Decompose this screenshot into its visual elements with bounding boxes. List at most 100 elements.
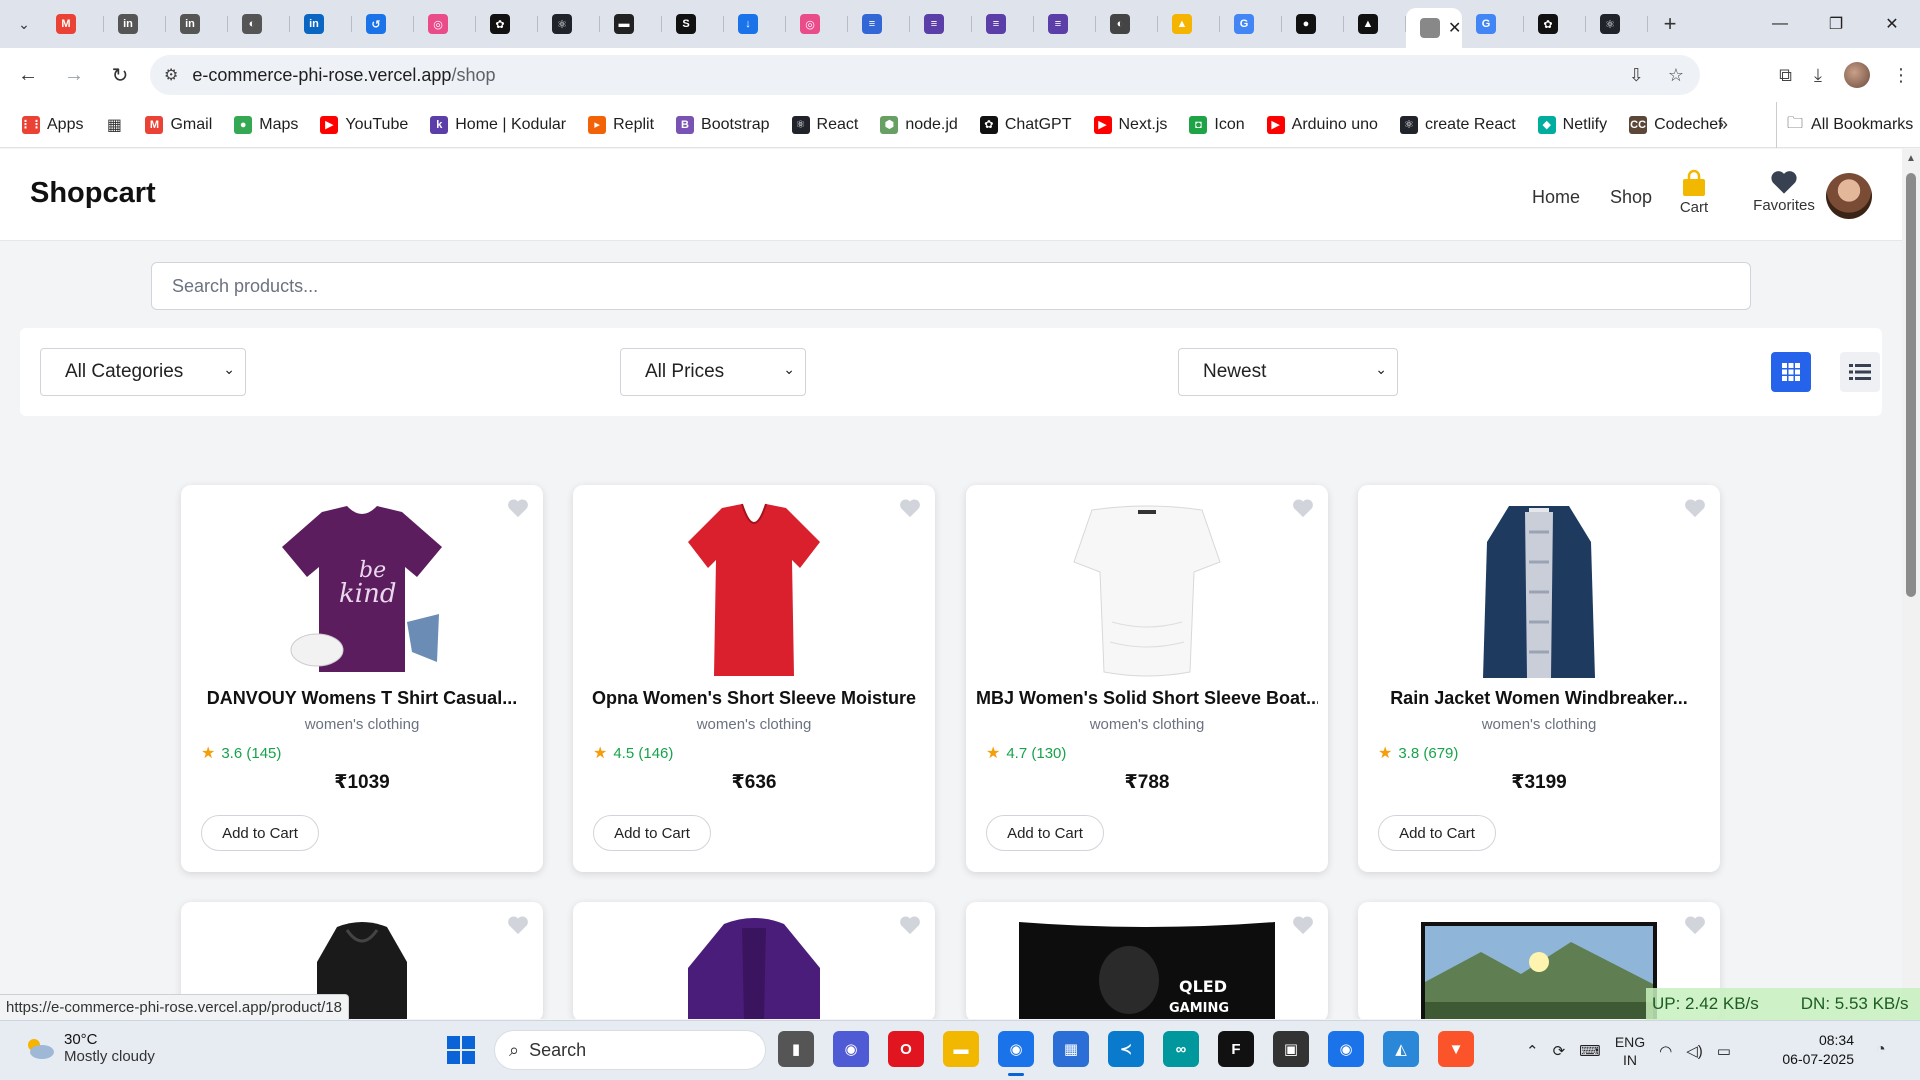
product-card[interactable]: Opna Women's Short Sleeve Moisture women… — [573, 485, 935, 872]
browser-tab[interactable]: ◐ — [228, 6, 290, 42]
bookmark-item[interactable]: k Home | Kodular — [430, 115, 566, 134]
browser-tab[interactable]: ◐ — [1096, 6, 1158, 42]
bookmark-item[interactable]: ▶ Arduino uno — [1266, 115, 1378, 134]
browser-tab[interactable]: ◎ — [786, 6, 848, 42]
favorite-heart-icon[interactable] — [1684, 497, 1706, 519]
product-image-gaming-monitor[interactable]: QLED GAMING — [1019, 920, 1275, 1019]
all-bookmarks-button[interactable]: 🗀 All Bookmarks — [1776, 102, 1913, 148]
arduino-icon[interactable]: ∞ — [1163, 1031, 1199, 1067]
user-avatar[interactable] — [1826, 173, 1872, 219]
minimize-button[interactable]: — — [1752, 0, 1808, 48]
vscode-icon[interactable]: ≺ — [1108, 1031, 1144, 1067]
wifi-icon[interactable]: ◠ — [1659, 1042, 1672, 1060]
sort-select[interactable]: Newest ⌄ — [1178, 348, 1398, 396]
language-indicator[interactable]: ENG IN — [1615, 1033, 1645, 1069]
add-to-cart-button[interactable]: Add to Cart — [201, 815, 319, 851]
sync-icon[interactable]: ⟳ — [1553, 1042, 1566, 1060]
install-app-icon[interactable]: ⇩ — [1629, 65, 1644, 86]
product-image-rain-jacket[interactable] — [1444, 501, 1634, 681]
browser-tab[interactable]: ▲ — [1344, 6, 1406, 42]
nav-home-link[interactable]: Home — [1532, 187, 1580, 208]
system-clock[interactable]: 08:34 06-07-2025 — [1782, 1031, 1854, 1069]
favorite-heart-icon[interactable] — [899, 497, 921, 519]
photos-icon[interactable]: ◭ — [1383, 1031, 1419, 1067]
browser-tab[interactable]: ≡ — [1034, 6, 1096, 42]
product-title[interactable]: Opna Women's Short Sleeve Moisture — [583, 688, 925, 709]
bookmark-item[interactable]: ▶ YouTube — [320, 115, 408, 134]
app-icon[interactable]: ▣ — [1273, 1031, 1309, 1067]
browser-tab[interactable]: in — [290, 6, 352, 42]
browser-tab[interactable]: G — [1220, 6, 1282, 42]
browser-tab[interactable]: G — [1462, 6, 1524, 42]
product-card[interactable]: MBJ Women's Solid Short Sleeve Boat... w… — [966, 485, 1328, 872]
back-button[interactable]: ← — [10, 57, 46, 93]
weather-widget[interactable]: 30°C Mostly cloudy — [22, 1031, 155, 1065]
add-to-cart-button[interactable]: Add to Cart — [593, 815, 711, 851]
product-card[interactable]: Rain Jacket Women Windbreaker... women's… — [1358, 485, 1720, 872]
menu-icon[interactable]: ⋮ — [1892, 65, 1910, 86]
store-icon[interactable]: ▦ — [1053, 1031, 1089, 1067]
browser-tab[interactable]: M — [42, 6, 104, 42]
browser-tab[interactable]: in — [166, 6, 228, 42]
bookmark-item[interactable]: ▶ Next.js — [1093, 115, 1167, 134]
product-title[interactable]: DANVOUY Womens T Shirt Casual... — [191, 688, 533, 709]
chrome-icon[interactable]: ◉ — [1328, 1031, 1364, 1067]
maximize-button[interactable]: ❐ — [1808, 0, 1864, 48]
product-image-white-top[interactable] — [1052, 501, 1242, 681]
browser-tab[interactable]: ● — [1282, 6, 1344, 42]
keyboard-icon[interactable]: ⌨ — [1579, 1042, 1601, 1060]
browser-tab[interactable]: ≡ — [848, 6, 910, 42]
tab-search-button[interactable]: ⌄ — [6, 6, 42, 42]
product-card[interactable]: QLED GAMING — [966, 902, 1328, 1019]
product-image-purple-tshirt[interactable]: be kind — [267, 501, 457, 681]
bookmark-item[interactable]: ⚛ create React — [1399, 115, 1516, 134]
bookmark-item[interactable]: ▦ — [105, 115, 124, 134]
bookmark-star-icon[interactable]: ☆ — [1668, 65, 1684, 86]
battery-icon[interactable]: ▭ — [1717, 1042, 1731, 1060]
browser-tab[interactable]: ▬ — [600, 6, 662, 42]
browser-tab[interactable]: S — [662, 6, 724, 42]
volume-icon[interactable]: ◁) — [1686, 1042, 1703, 1060]
chrome-icon[interactable]: ◉ — [998, 1031, 1034, 1076]
address-bar[interactable]: ⚙ e-commerce-phi-rose.vercel.app/shop ⇩ … — [150, 55, 1700, 95]
nav-shop-link[interactable]: Shop — [1610, 187, 1652, 208]
search-input[interactable] — [151, 262, 1751, 310]
active-browser-tab[interactable]: ✕ — [1406, 8, 1462, 48]
folder-icon[interactable]: ▬ — [943, 1031, 979, 1067]
browser-tab[interactable]: ⚛ — [1586, 6, 1648, 42]
reload-button[interactable]: ↻ — [102, 57, 138, 93]
favorite-heart-icon[interactable] — [507, 497, 529, 519]
browser-tab[interactable]: ↓ — [724, 6, 786, 42]
bookmark-item[interactable]: ⋮⋮ Apps — [20, 115, 83, 134]
browser-tab[interactable]: ⚛ — [538, 6, 600, 42]
product-card[interactable] — [573, 902, 935, 1019]
start-button[interactable] — [446, 1035, 476, 1070]
chevron-up-icon[interactable]: ⌃ — [1526, 1042, 1539, 1060]
opera-icon[interactable]: O — [888, 1031, 924, 1067]
bookmark-item[interactable]: ▸ Replit — [588, 115, 654, 134]
price-select[interactable]: All Prices ⌄ — [620, 348, 806, 396]
site-settings-icon[interactable]: ⚙ — [164, 65, 178, 85]
scrollbar-thumb[interactable] — [1906, 173, 1916, 597]
figma-icon[interactable]: F — [1218, 1031, 1254, 1067]
notifications-icon[interactable]: ◔ — [1876, 1041, 1886, 1059]
product-image-red-tshirt[interactable] — [659, 501, 849, 681]
more-bookmarks-button[interactable]: » — [1718, 114, 1728, 135]
bookmark-item[interactable]: ⚛ React — [791, 115, 858, 134]
browser-tab[interactable]: ▲ — [1158, 6, 1220, 42]
bookmark-item[interactable]: M Gmail — [145, 115, 212, 134]
bookmark-item[interactable]: B Bootstrap — [676, 115, 770, 134]
grid-view-button[interactable] — [1771, 352, 1811, 392]
profile-avatar[interactable] — [1844, 62, 1870, 88]
taskbar-search[interactable]: ⌕ Search — [494, 1030, 766, 1070]
site-logo[interactable]: Shopcart — [30, 177, 156, 210]
browser-tab[interactable]: ≡ — [972, 6, 1034, 42]
list-view-button[interactable] — [1840, 352, 1880, 392]
url-text[interactable]: e-commerce-phi-rose.vercel.app/shop — [192, 65, 495, 86]
page-scrollbar[interactable]: ▲ — [1902, 149, 1920, 1019]
nav-cart-link[interactable]: Cart — [1678, 169, 1710, 216]
nav-favorites-link[interactable]: Favorites — [1736, 169, 1832, 214]
category-select[interactable]: All Categories ⌄ — [40, 348, 246, 396]
bookmark-item[interactable]: ● Maps — [234, 115, 298, 134]
bookmark-item[interactable]: CC Codechef — [1629, 115, 1723, 134]
